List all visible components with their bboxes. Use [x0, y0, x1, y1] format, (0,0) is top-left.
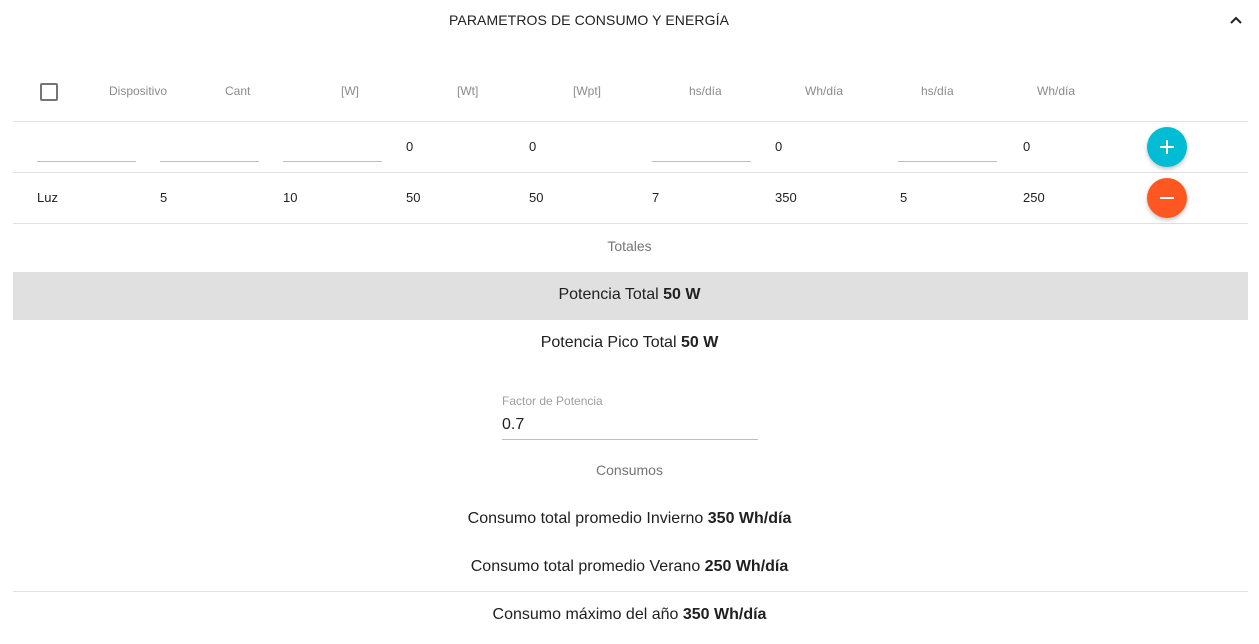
minus-icon — [1160, 197, 1174, 199]
w-underline — [283, 161, 382, 162]
dispositivo-underline — [37, 161, 136, 162]
consumos-heading: Consumos — [0, 462, 1259, 478]
remove-device-button[interactable] — [1147, 178, 1187, 218]
consumos-label: Consumos — [596, 462, 663, 478]
hs-invierno-cell: 7 — [652, 190, 660, 205]
hs-invierno-input[interactable] — [652, 132, 751, 160]
header-wt[interactable]: [Wt] — [457, 84, 478, 98]
cant-cell: 5 — [160, 190, 168, 205]
w-cell: 10 — [283, 190, 298, 205]
consumo-maximo: Consumo máximo del año 350 Wh/día — [0, 606, 1259, 624]
potencia-total-label: Potencia Total — [558, 286, 659, 303]
table-header: Dispositivo Cant [W] [Wt] [Wpt] hs/día W… — [13, 62, 1248, 122]
wh-invierno-cell: 350 — [775, 190, 797, 205]
wh-invierno-value: 0 — [775, 139, 783, 154]
consumo-invierno-label: Consumo total promedio Invierno — [467, 510, 704, 527]
add-device-button[interactable] — [1147, 127, 1187, 167]
header-hs-invierno[interactable]: hs/día — [689, 84, 722, 98]
totales-heading: Totales — [0, 238, 1259, 254]
hs-invierno-underline — [652, 161, 751, 162]
dispositivo-cell: Luz — [37, 190, 58, 205]
hs-verano-underline — [898, 161, 997, 162]
wt-cell: 50 — [406, 190, 421, 205]
panel-title: PARAMETROS DE CONSUMO Y ENERGÍA — [449, 12, 730, 28]
header-wh-invierno[interactable]: Wh/día — [805, 84, 843, 98]
header-cant[interactable]: Cant — [225, 84, 250, 98]
wh-verano-value: 0 — [1023, 139, 1031, 154]
cant-underline — [160, 161, 259, 162]
consumo-invierno-value: 350 Wh/día — [707, 510, 792, 527]
header-wh-verano[interactable]: Wh/día — [1037, 84, 1075, 98]
wpt-cell: 50 — [529, 190, 544, 205]
header-dispositivo[interactable]: Dispositivo — [109, 84, 167, 98]
potencia-pico-value: 50 W — [680, 334, 719, 351]
consumo-invierno: Consumo total promedio Invierno 350 Wh/d… — [0, 510, 1259, 528]
potencia-pico-label: Potencia Pico Total — [540, 334, 677, 351]
factor-potencia-input[interactable] — [502, 414, 758, 436]
factor-potencia-label: Factor de Potencia — [502, 394, 603, 408]
header-hs-verano[interactable]: hs/día — [921, 84, 954, 98]
totales-label: Totales — [607, 238, 652, 254]
wpt-value: 0 — [529, 139, 537, 154]
potencia-pico-total: Potencia Pico Total 50 W — [0, 334, 1259, 352]
header-wpt[interactable]: [Wpt] — [573, 84, 601, 98]
consumo-maximo-value: 350 Wh/día — [682, 606, 767, 623]
plus-icon — [1160, 140, 1174, 154]
panel-header[interactable]: PARAMETROS DE CONSUMO Y ENERGÍA — [0, 0, 1259, 42]
consumo-verano: Consumo total promedio Verano 250 Wh/día — [0, 558, 1259, 576]
divider — [13, 591, 1248, 592]
wh-verano-cell: 250 — [1023, 190, 1045, 205]
wt-value: 0 — [406, 139, 414, 154]
hs-verano-cell: 5 — [900, 190, 908, 205]
new-device-row: 0 0 0 0 — [13, 122, 1248, 173]
consumo-verano-label: Consumo total promedio Verano — [470, 558, 701, 575]
table-row: Luz 5 10 50 50 7 350 5 250 — [13, 173, 1248, 224]
cant-input[interactable] — [160, 132, 259, 160]
dispositivo-input[interactable] — [37, 132, 136, 160]
chevron-up-icon[interactable] — [1226, 10, 1246, 30]
factor-potencia-underline — [502, 439, 758, 440]
hs-verano-input[interactable] — [898, 132, 997, 160]
consumo-maximo-label: Consumo máximo del año — [492, 606, 679, 623]
consumo-verano-value: 250 Wh/día — [704, 558, 789, 575]
w-input[interactable] — [283, 132, 382, 160]
select-all-checkbox[interactable] — [40, 83, 58, 101]
potencia-total-value: 50 W — [663, 286, 701, 303]
potencia-total: Potencia Total 50 W — [0, 286, 1259, 304]
header-w[interactable]: [W] — [341, 84, 359, 98]
